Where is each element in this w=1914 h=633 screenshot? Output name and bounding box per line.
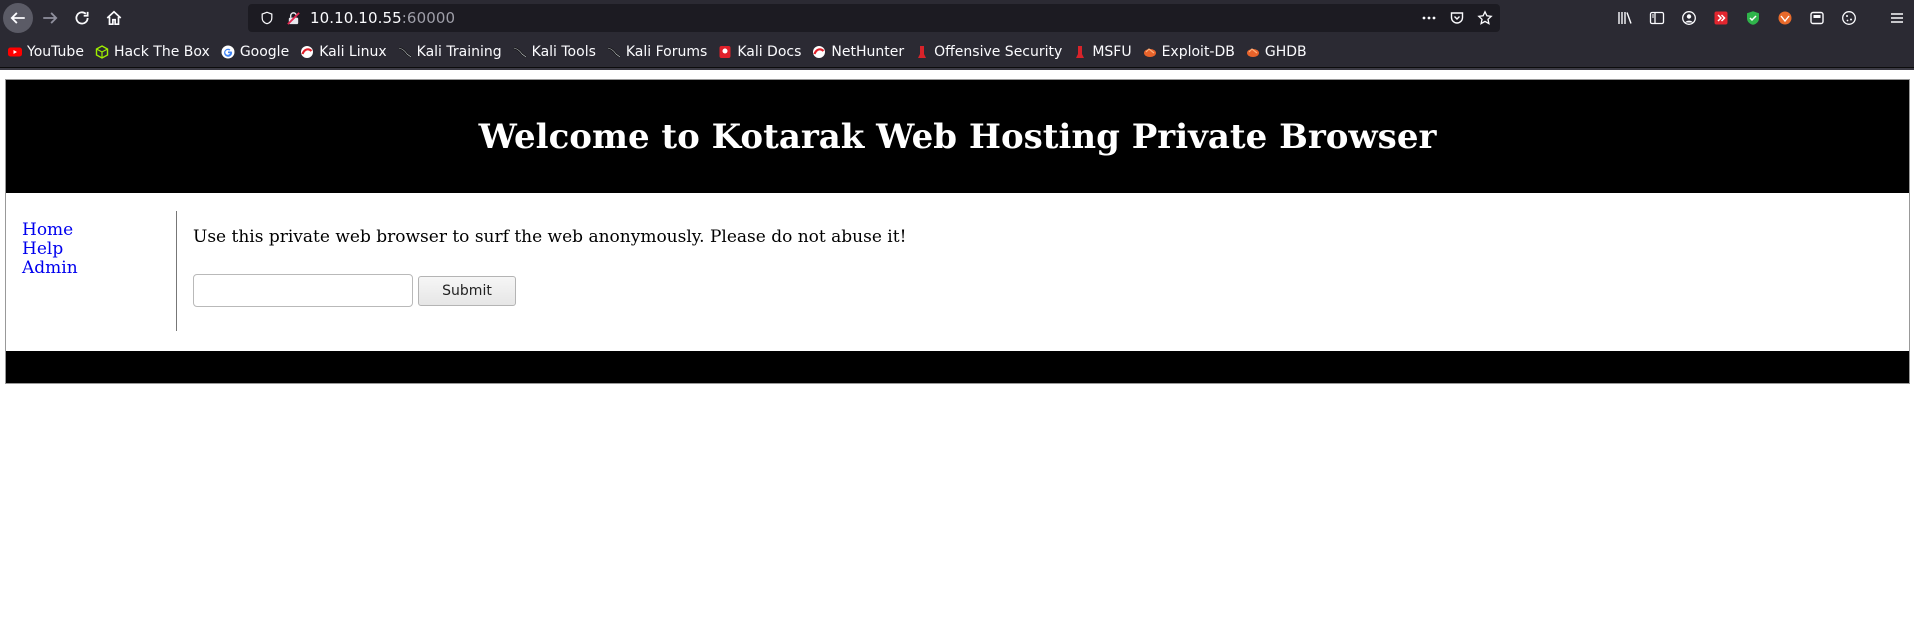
pocket-icon[interactable] — [1448, 9, 1466, 27]
home-icon — [106, 10, 122, 26]
browser-toolbar: 10.10.10.55:60000 — [0, 0, 1914, 36]
bookmark-kali-docs[interactable]: Kali Docs — [718, 44, 801, 60]
url-input[interactable] — [193, 274, 413, 307]
bookmark-kali-tools[interactable]: Kali Tools — [513, 44, 596, 60]
bookmark-label: Hack The Box — [113, 43, 210, 60]
browse-form: Submit — [193, 274, 906, 307]
bookmark-label: Kali Forums — [625, 43, 708, 60]
menu-hamburger-icon[interactable] — [1888, 9, 1906, 27]
address-bar[interactable]: 10.10.10.55:60000 — [248, 4, 1500, 32]
bookmark-label: YouTube — [27, 43, 84, 60]
ghdb-icon — [1246, 45, 1260, 59]
site-footer — [6, 351, 1909, 383]
bookmark-youtube[interactable]: YouTube — [8, 44, 84, 60]
insecure-connection-icon[interactable] — [284, 9, 302, 27]
bookmark-msfu[interactable]: MSFU — [1073, 43, 1132, 60]
page-title: Welcome to Kotarak Web Hosting Private B… — [478, 116, 1437, 157]
library-icon[interactable] — [1616, 9, 1634, 27]
offsec-icon — [915, 45, 929, 59]
intro-text: Use this private web browser to surf the… — [193, 227, 907, 247]
cookie-icon[interactable] — [1840, 9, 1858, 27]
side-navigation: Home Help Admin — [22, 221, 78, 278]
bookmark-label: Kali Training — [416, 43, 502, 60]
youtube-icon — [8, 45, 22, 59]
bookmark-label: Kali Tools — [531, 43, 596, 60]
bookmark-offensive-security[interactable]: Offensive Security — [915, 44, 1062, 60]
reload-icon — [75, 11, 89, 25]
bookmark-label: NetHunter — [831, 43, 905, 60]
extension-container-icon[interactable] — [1808, 9, 1826, 27]
home-button[interactable] — [99, 3, 129, 33]
kali-dragon-icon — [607, 45, 621, 59]
bookmark-exploit-db[interactable]: Exploit-DB — [1143, 44, 1235, 60]
main-content: Use this private web browser to surf the… — [193, 227, 906, 307]
google-icon — [221, 45, 235, 59]
bookmark-kali-linux[interactable]: Kali Linux — [300, 43, 387, 60]
nav-link-help[interactable]: Help — [22, 240, 78, 259]
bookmark-star-icon[interactable] — [1476, 9, 1494, 27]
bookmark-hack-the-box[interactable]: Hack The Box — [95, 44, 210, 60]
site-body: Home Help Admin Use this private web bro… — [6, 193, 1909, 351]
bookmark-label: Google — [239, 43, 290, 60]
account-icon[interactable] — [1680, 9, 1698, 27]
extension-fox-icon[interactable] — [1776, 9, 1794, 27]
arrow-left-icon — [10, 12, 25, 24]
reload-button[interactable] — [67, 3, 97, 33]
site-header: Welcome to Kotarak Web Hosting Private B… — [6, 80, 1909, 193]
url-host: 10.10.10.55 — [310, 9, 402, 27]
site-container: Welcome to Kotarak Web Hosting Private B… — [5, 79, 1910, 384]
kali-dragon-icon — [513, 45, 527, 59]
nav-divider — [176, 211, 177, 331]
shield-icon[interactable] — [258, 9, 276, 27]
exploitdb-icon — [1143, 45, 1157, 59]
nethunter-icon — [812, 45, 826, 59]
bookmark-label: Exploit-DB — [1161, 43, 1235, 60]
kali-icon — [300, 45, 314, 59]
url-text[interactable]: 10.10.10.55:60000 — [310, 9, 455, 27]
msfu-icon — [1073, 45, 1087, 59]
forward-button[interactable] — [35, 3, 65, 33]
extension-red-icon[interactable] — [1712, 9, 1730, 27]
bookmark-label: Offensive Security — [934, 43, 1063, 60]
htb-cube-icon — [95, 44, 109, 59]
nav-link-home[interactable]: Home — [22, 221, 78, 240]
bookmark-ghdb[interactable]: GHDB — [1246, 44, 1307, 60]
kali-docs-icon — [718, 45, 732, 59]
bookmark-nethunter[interactable]: NetHunter — [812, 44, 904, 60]
bookmark-kali-training[interactable]: Kali Training — [398, 44, 502, 60]
bookmarks-toolbar: YouTube Hack The Box Google Kali Linux K… — [0, 36, 1914, 68]
kali-dragon-icon — [398, 45, 412, 59]
nav-link-admin[interactable]: Admin — [22, 259, 78, 278]
bookmark-label: MSFU — [1092, 43, 1132, 60]
bookmark-kali-forums[interactable]: Kali Forums — [607, 44, 707, 60]
sidebar-icon[interactable] — [1648, 9, 1666, 27]
more-actions-icon[interactable] — [1420, 9, 1438, 27]
extension-shield-green-icon[interactable] — [1744, 9, 1762, 27]
bookmark-label: Kali Linux — [319, 43, 387, 60]
url-port: :60000 — [401, 9, 456, 27]
bookmark-google[interactable]: Google — [221, 44, 289, 60]
arrow-right-icon — [43, 12, 58, 24]
submit-button[interactable]: Submit — [418, 275, 516, 306]
bookmark-label: GHDB — [1264, 43, 1307, 60]
toolbar-separator — [0, 68, 1914, 70]
back-button[interactable] — [3, 3, 33, 33]
bookmark-label: Kali Docs — [737, 43, 802, 60]
